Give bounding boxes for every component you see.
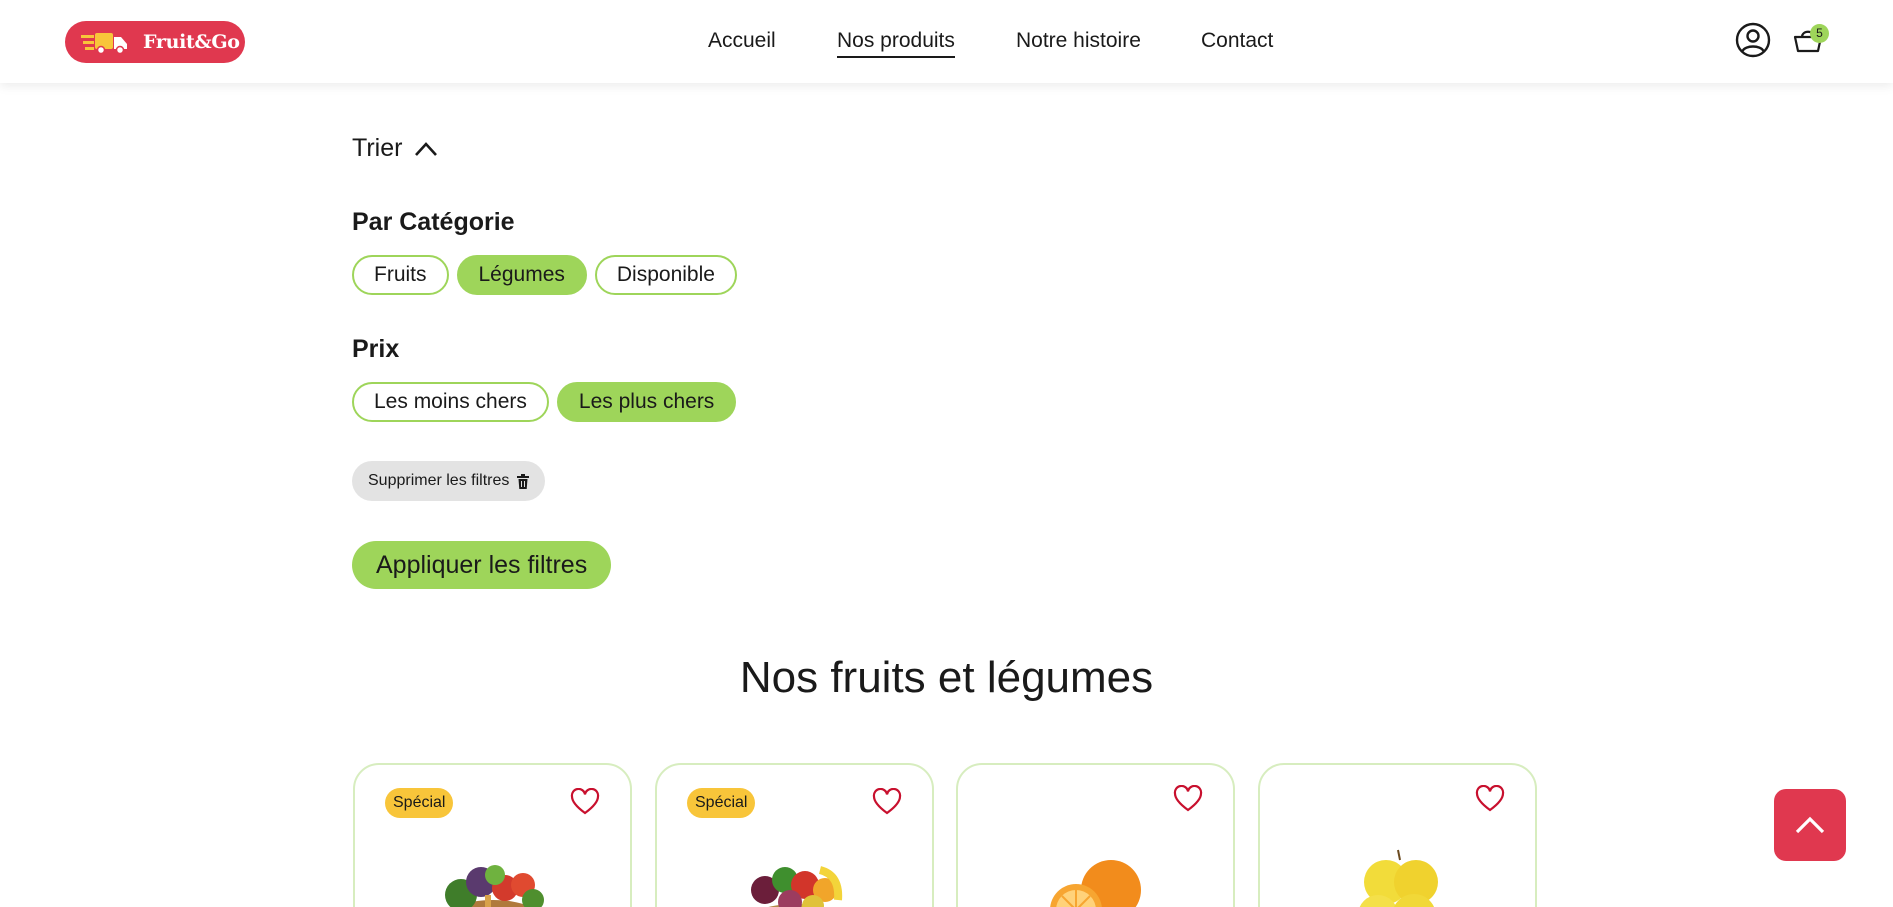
special-badge: Spécial bbox=[687, 788, 756, 818]
price-chips: Les moins chers Les plus chers bbox=[352, 382, 737, 422]
chip-fruits[interactable]: Fruits bbox=[352, 255, 449, 295]
product-card[interactable]: Spécial bbox=[353, 763, 632, 907]
yellow-apples-image bbox=[1359, 849, 1438, 907]
heart-icon[interactable] bbox=[1173, 785, 1203, 813]
trash-icon bbox=[517, 473, 530, 489]
product-card[interactable] bbox=[1258, 763, 1537, 907]
chip-disponible[interactable]: Disponible bbox=[594, 255, 737, 295]
sort-toggle[interactable]: Trier bbox=[352, 134, 438, 163]
clear-filters-label: Supprimer les filtres bbox=[368, 472, 510, 489]
chip-most-expensive[interactable]: Les plus chers bbox=[556, 382, 737, 422]
clear-filters-button[interactable]: Supprimer les filtres bbox=[352, 461, 546, 501]
product-card[interactable]: Spécial bbox=[655, 763, 934, 907]
heart-icon[interactable] bbox=[872, 788, 902, 816]
product-card[interactable] bbox=[956, 763, 1235, 907]
nav-accueil[interactable]: Accueil bbox=[708, 26, 776, 56]
user-account-icon[interactable] bbox=[1735, 22, 1771, 58]
special-badge: Spécial bbox=[385, 788, 454, 818]
nav-notre-histoire[interactable]: Notre histoire bbox=[1016, 26, 1141, 56]
vegetable-basket-image bbox=[444, 865, 544, 907]
heart-icon[interactable] bbox=[570, 788, 600, 816]
nav-contact[interactable]: Contact bbox=[1201, 26, 1273, 56]
category-chips: Fruits Légumes Disponible bbox=[352, 255, 737, 295]
scroll-to-top-button[interactable] bbox=[1774, 789, 1846, 861]
sort-label: Trier bbox=[352, 134, 403, 162]
chevron-up-icon bbox=[415, 141, 438, 156]
products-heading: Nos fruits et légumes bbox=[739, 653, 1154, 702]
apply-filters-button[interactable]: Appliquer les filtres bbox=[352, 541, 612, 589]
category-title: Par Catégorie bbox=[352, 208, 515, 236]
fruit-basket-image bbox=[750, 866, 842, 907]
cart-count-badge: 5 bbox=[1810, 24, 1829, 43]
chip-legumes[interactable]: Légumes bbox=[456, 255, 587, 295]
heart-icon[interactable] bbox=[1475, 785, 1505, 813]
nav-nos-produits[interactable]: Nos produits bbox=[837, 26, 955, 58]
price-title: Prix bbox=[352, 335, 400, 363]
site-header: Fruit&Go Accueil Nos produits Notre hist… bbox=[0, 0, 1893, 83]
oranges-image bbox=[1049, 860, 1141, 907]
chip-cheapest[interactable]: Les moins chers bbox=[352, 382, 549, 422]
main-nav: Accueil Nos produits Notre histoire Cont… bbox=[0, 26, 1893, 58]
chevron-up-icon bbox=[1795, 816, 1825, 834]
